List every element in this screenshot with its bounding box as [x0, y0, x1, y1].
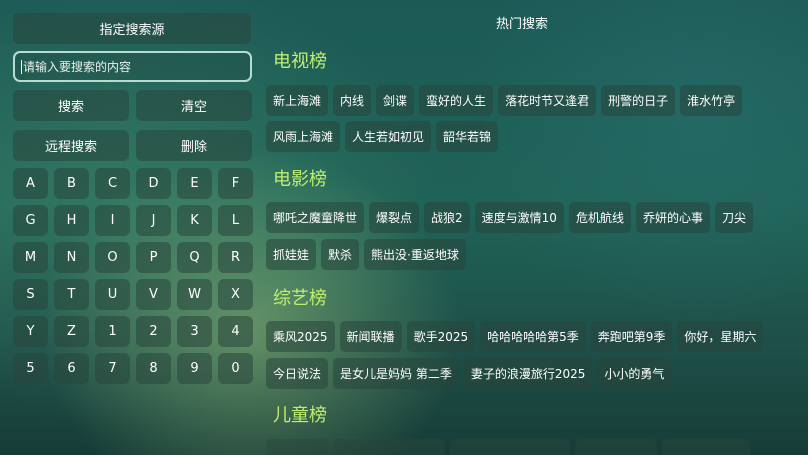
key-2[interactable]: 2 — [136, 316, 171, 347]
variety-row-2: 今日说法 是女儿是妈妈 第二季 妻子的浪漫旅行2025 小小的勇气 — [266, 358, 672, 389]
hot-tag[interactable]: 人生若如初见 — [345, 121, 432, 152]
text-cursor — [21, 59, 22, 74]
key-b[interactable]: B — [54, 168, 89, 199]
hot-tag[interactable]: 新上海滩 — [266, 85, 329, 116]
hot-tag[interactable]: 哈哈哈哈哈第5季 — [480, 321, 586, 352]
hot-tag[interactable]: 默杀 — [321, 239, 360, 270]
key-g[interactable]: G — [13, 205, 48, 236]
hot-tag[interactable]: 战狼2 — [424, 202, 470, 233]
hot-tag[interactable]: 内线 — [333, 85, 372, 116]
kids-tag-cut[interactable] — [266, 439, 328, 455]
key-4[interactable]: 4 — [218, 316, 253, 347]
kids-tag-cut[interactable] — [450, 439, 570, 455]
key-9[interactable]: 9 — [177, 353, 212, 384]
key-i[interactable]: I — [95, 205, 130, 236]
hot-tag[interactable]: 剑谍 — [376, 85, 415, 116]
hot-tag[interactable]: 小小的勇气 — [597, 358, 672, 389]
key-r[interactable]: R — [218, 242, 253, 273]
hot-tag[interactable]: 抓娃娃 — [266, 239, 317, 270]
remote-search-button[interactable]: 远程搜索 — [13, 130, 129, 161]
section-title-movie: 电影榜 — [273, 169, 327, 190]
hot-tag[interactable]: 危机航线 — [568, 202, 631, 233]
key-a[interactable]: A — [13, 168, 48, 199]
key-f[interactable]: F — [218, 168, 253, 199]
key-y[interactable]: Y — [13, 316, 48, 347]
key-5[interactable]: 5 — [13, 353, 48, 384]
movie-row-2: 抓娃娃 默杀 熊出没·重返地球 — [266, 239, 466, 270]
hot-tag[interactable]: 是女儿是妈妈 第二季 — [333, 358, 459, 389]
delete-button[interactable]: 删除 — [136, 130, 252, 161]
hot-tag[interactable]: 韶华若锦 — [436, 121, 499, 152]
key-7[interactable]: 7 — [95, 353, 130, 384]
movie-row-1: 哪吒之魔童降世 爆裂点 战狼2 速度与激情10 危机航线 乔妍的心事 刀尖 — [266, 202, 753, 233]
key-n[interactable]: N — [54, 242, 89, 273]
key-d[interactable]: D — [136, 168, 171, 199]
kids-tag-cut[interactable] — [333, 439, 445, 455]
tv-row-2: 风雨上海滩 人生若如初见 韶华若锦 — [266, 121, 499, 152]
key-p[interactable]: P — [136, 242, 171, 273]
section-title-tv: 电视榜 — [273, 51, 327, 72]
variety-row-1: 乘风2025 新闻联播 歌手2025 哈哈哈哈哈第5季 奔跑吧第9季 你好，星期六 — [266, 321, 764, 352]
hot-tag[interactable]: 乔妍的心事 — [635, 202, 710, 233]
search-source-button[interactable]: 指定搜索源 — [13, 13, 251, 44]
key-l[interactable]: L — [218, 205, 253, 236]
on-screen-keyboard: ABCDEF GHIJKL MNOPQR STUVWX YZ1234 567890 — [13, 168, 253, 384]
key-w[interactable]: W — [177, 279, 212, 310]
key-h[interactable]: H — [54, 205, 89, 236]
key-k[interactable]: K — [177, 205, 212, 236]
hot-tag[interactable]: 熊出没·重返地球 — [364, 239, 466, 270]
section-title-variety: 综艺榜 — [273, 288, 327, 309]
hot-tag[interactable]: 你好，星期六 — [677, 321, 764, 352]
key-c[interactable]: C — [95, 168, 130, 199]
key-z[interactable]: Z — [54, 316, 89, 347]
hot-tag[interactable]: 哪吒之魔童降世 — [266, 202, 365, 233]
clear-button[interactable]: 清空 — [136, 90, 252, 121]
search-button[interactable]: 搜索 — [13, 90, 129, 121]
hot-tag[interactable]: 速度与激情10 — [474, 202, 564, 233]
hot-tag[interactable]: 淮水竹亭 — [680, 85, 743, 116]
key-1[interactable]: 1 — [95, 316, 130, 347]
key-x[interactable]: X — [218, 279, 253, 310]
key-u[interactable]: U — [95, 279, 130, 310]
key-t[interactable]: T — [54, 279, 89, 310]
hot-tag[interactable]: 乘风2025 — [266, 321, 335, 352]
section-title-kids: 儿童榜 — [273, 405, 327, 426]
hot-tag[interactable]: 奔跑吧第9季 — [590, 321, 673, 352]
search-placeholder: 请输入要搜索的内容 — [23, 60, 132, 74]
key-6[interactable]: 6 — [54, 353, 89, 384]
hot-tag[interactable]: 今日说法 — [266, 358, 329, 389]
hot-tag[interactable]: 风雨上海滩 — [266, 121, 341, 152]
key-v[interactable]: V — [136, 279, 171, 310]
key-q[interactable]: Q — [177, 242, 212, 273]
key-o[interactable]: O — [95, 242, 130, 273]
hot-tag[interactable]: 妻子的浪漫旅行2025 — [463, 358, 593, 389]
search-input[interactable]: 请输入要搜索的内容 — [13, 51, 252, 82]
key-j[interactable]: J — [136, 205, 171, 236]
hot-tag[interactable]: 爆裂点 — [369, 202, 420, 233]
hot-tag[interactable]: 落花时节又逢君 — [498, 85, 597, 116]
kids-tag-cut[interactable] — [662, 439, 750, 455]
kids-tag-cut[interactable] — [575, 439, 657, 455]
key-0[interactable]: 0 — [218, 353, 253, 384]
hot-tag[interactable]: 蛮好的人生 — [419, 85, 494, 116]
key-e[interactable]: E — [177, 168, 212, 199]
hot-tag[interactable]: 刀尖 — [714, 202, 753, 233]
key-s[interactable]: S — [13, 279, 48, 310]
key-m[interactable]: M — [13, 242, 48, 273]
key-8[interactable]: 8 — [136, 353, 171, 384]
tv-row-1: 新上海滩 内线 剑谍 蛮好的人生 落花时节又逢君 刑警的日子 淮水竹亭 — [266, 85, 743, 116]
kids-row-partial — [266, 439, 750, 455]
hot-tag[interactable]: 新闻联播 — [339, 321, 402, 352]
hot-tag[interactable]: 刑警的日子 — [601, 85, 676, 116]
hot-tag[interactable]: 歌手2025 — [406, 321, 476, 352]
hot-search-title: 热门搜索 — [496, 17, 549, 32]
key-3[interactable]: 3 — [177, 316, 212, 347]
